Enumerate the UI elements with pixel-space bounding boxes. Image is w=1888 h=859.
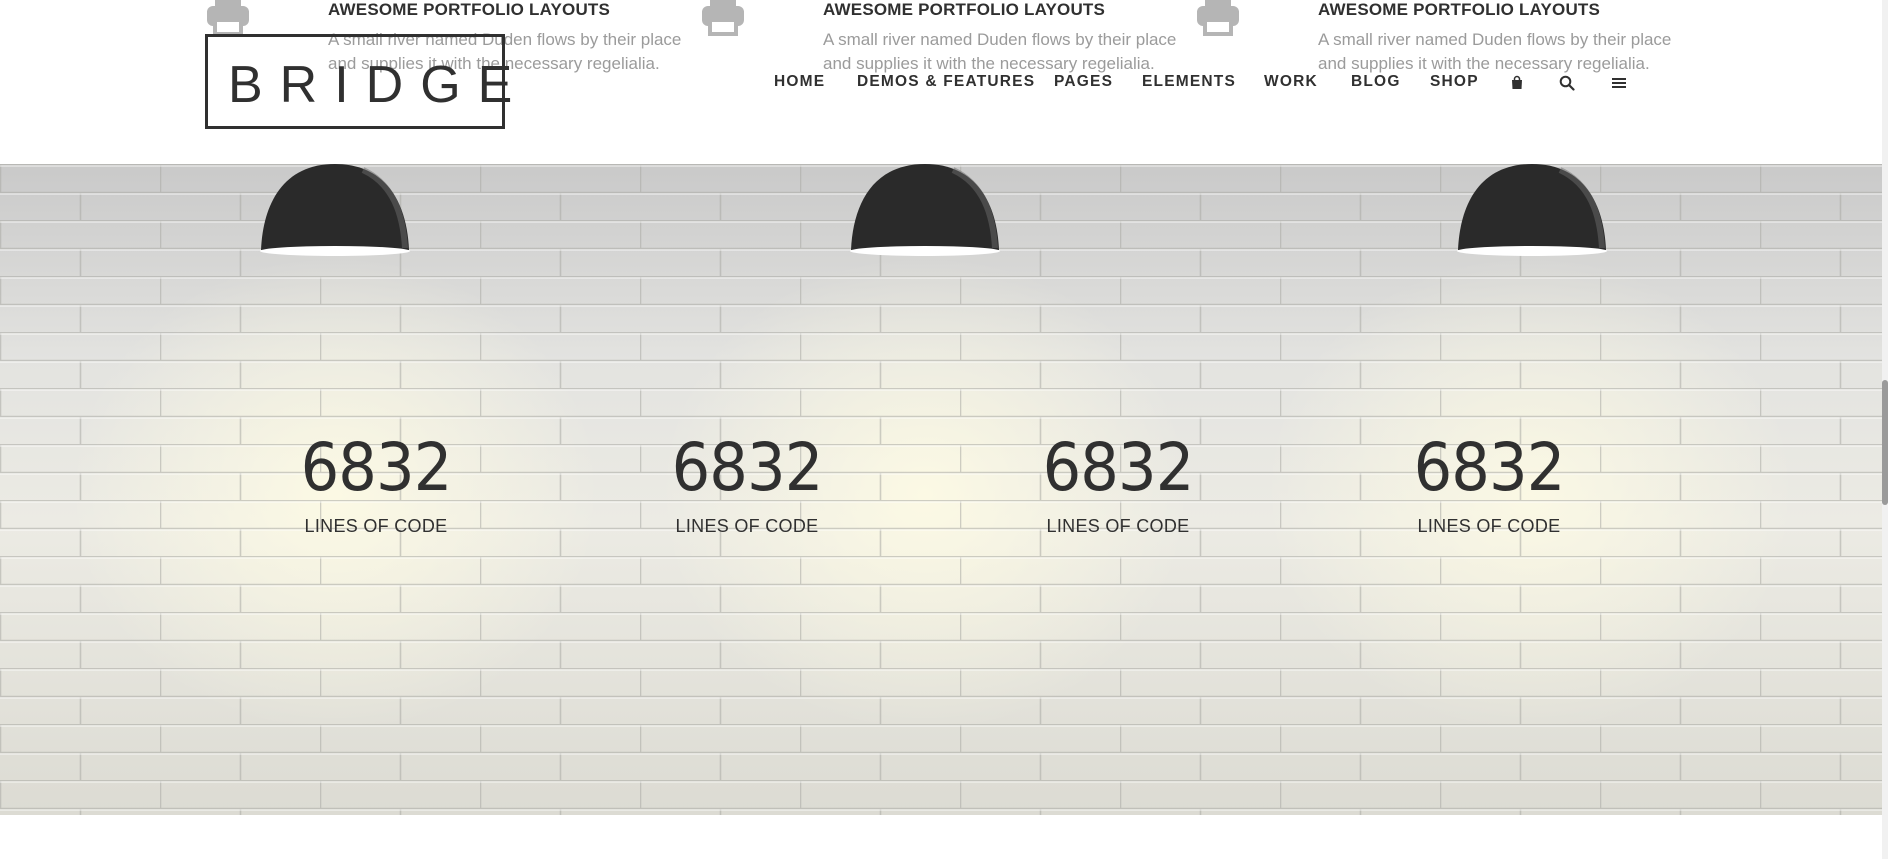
feature-title: AWESOME PORTFOLIO LAYOUTS bbox=[1318, 0, 1601, 19]
shopping-bag-icon[interactable] bbox=[1509, 75, 1525, 91]
nav-item-blog[interactable]: BLOG bbox=[1351, 73, 1401, 91]
printer-icon bbox=[702, 0, 744, 36]
menu-icon[interactable] bbox=[1611, 75, 1627, 91]
feature-title: AWESOME PORTFOLIO LAYOUTS bbox=[328, 0, 611, 19]
counter-item: 6832 LINES OF CODE bbox=[988, 432, 1248, 537]
printer-icon bbox=[1197, 0, 1239, 36]
nav-item-work[interactable]: WORK bbox=[1264, 73, 1318, 91]
page-scrollbar[interactable] bbox=[1882, 0, 1888, 859]
counter-item: 6832 LINES OF CODE bbox=[246, 432, 506, 537]
counter-label: LINES OF CODE bbox=[304, 516, 448, 536]
scrollbar-thumb[interactable] bbox=[1882, 380, 1888, 505]
counter-value: 6832 bbox=[300, 429, 453, 506]
counter-value: 6832 bbox=[671, 429, 824, 506]
nav-item-home[interactable]: HOME bbox=[774, 73, 825, 91]
nav-item-shop[interactable]: SHOP bbox=[1430, 73, 1479, 91]
search-icon[interactable] bbox=[1559, 75, 1575, 91]
counter-value: 6832 bbox=[1413, 429, 1566, 506]
feature-text: A small river named Duden flows by their… bbox=[1318, 30, 1672, 73]
counter-item: 6832 LINES OF CODE bbox=[1359, 432, 1619, 537]
feature-text: A small river named Duden flows by their… bbox=[823, 30, 1177, 73]
logo-text: BRIDGE bbox=[228, 56, 530, 114]
pendant-lamp bbox=[260, 164, 410, 256]
counter-label: LINES OF CODE bbox=[1046, 516, 1190, 536]
feature-title: AWESOME PORTFOLIO LAYOUTS bbox=[823, 0, 1106, 19]
counter-value: 6832 bbox=[1042, 429, 1195, 506]
counter-label: LINES OF CODE bbox=[1417, 516, 1561, 536]
counter-item: 6832 LINES OF CODE bbox=[617, 432, 877, 537]
counter-label: LINES OF CODE bbox=[675, 516, 819, 536]
nav-item-elements[interactable]: ELEMENTS bbox=[1142, 73, 1236, 91]
pendant-lamp bbox=[1457, 164, 1607, 256]
counters-section: 6832 LINES OF CODE 6832 LINES OF CODE 68… bbox=[0, 164, 1882, 815]
nav-item-demos-features[interactable]: DEMOS & FEATURES bbox=[857, 73, 1035, 91]
pendant-lamp bbox=[850, 164, 1000, 256]
site-logo[interactable]: BRIDGE bbox=[205, 34, 512, 129]
nav-item-pages[interactable]: PAGES bbox=[1054, 73, 1113, 91]
